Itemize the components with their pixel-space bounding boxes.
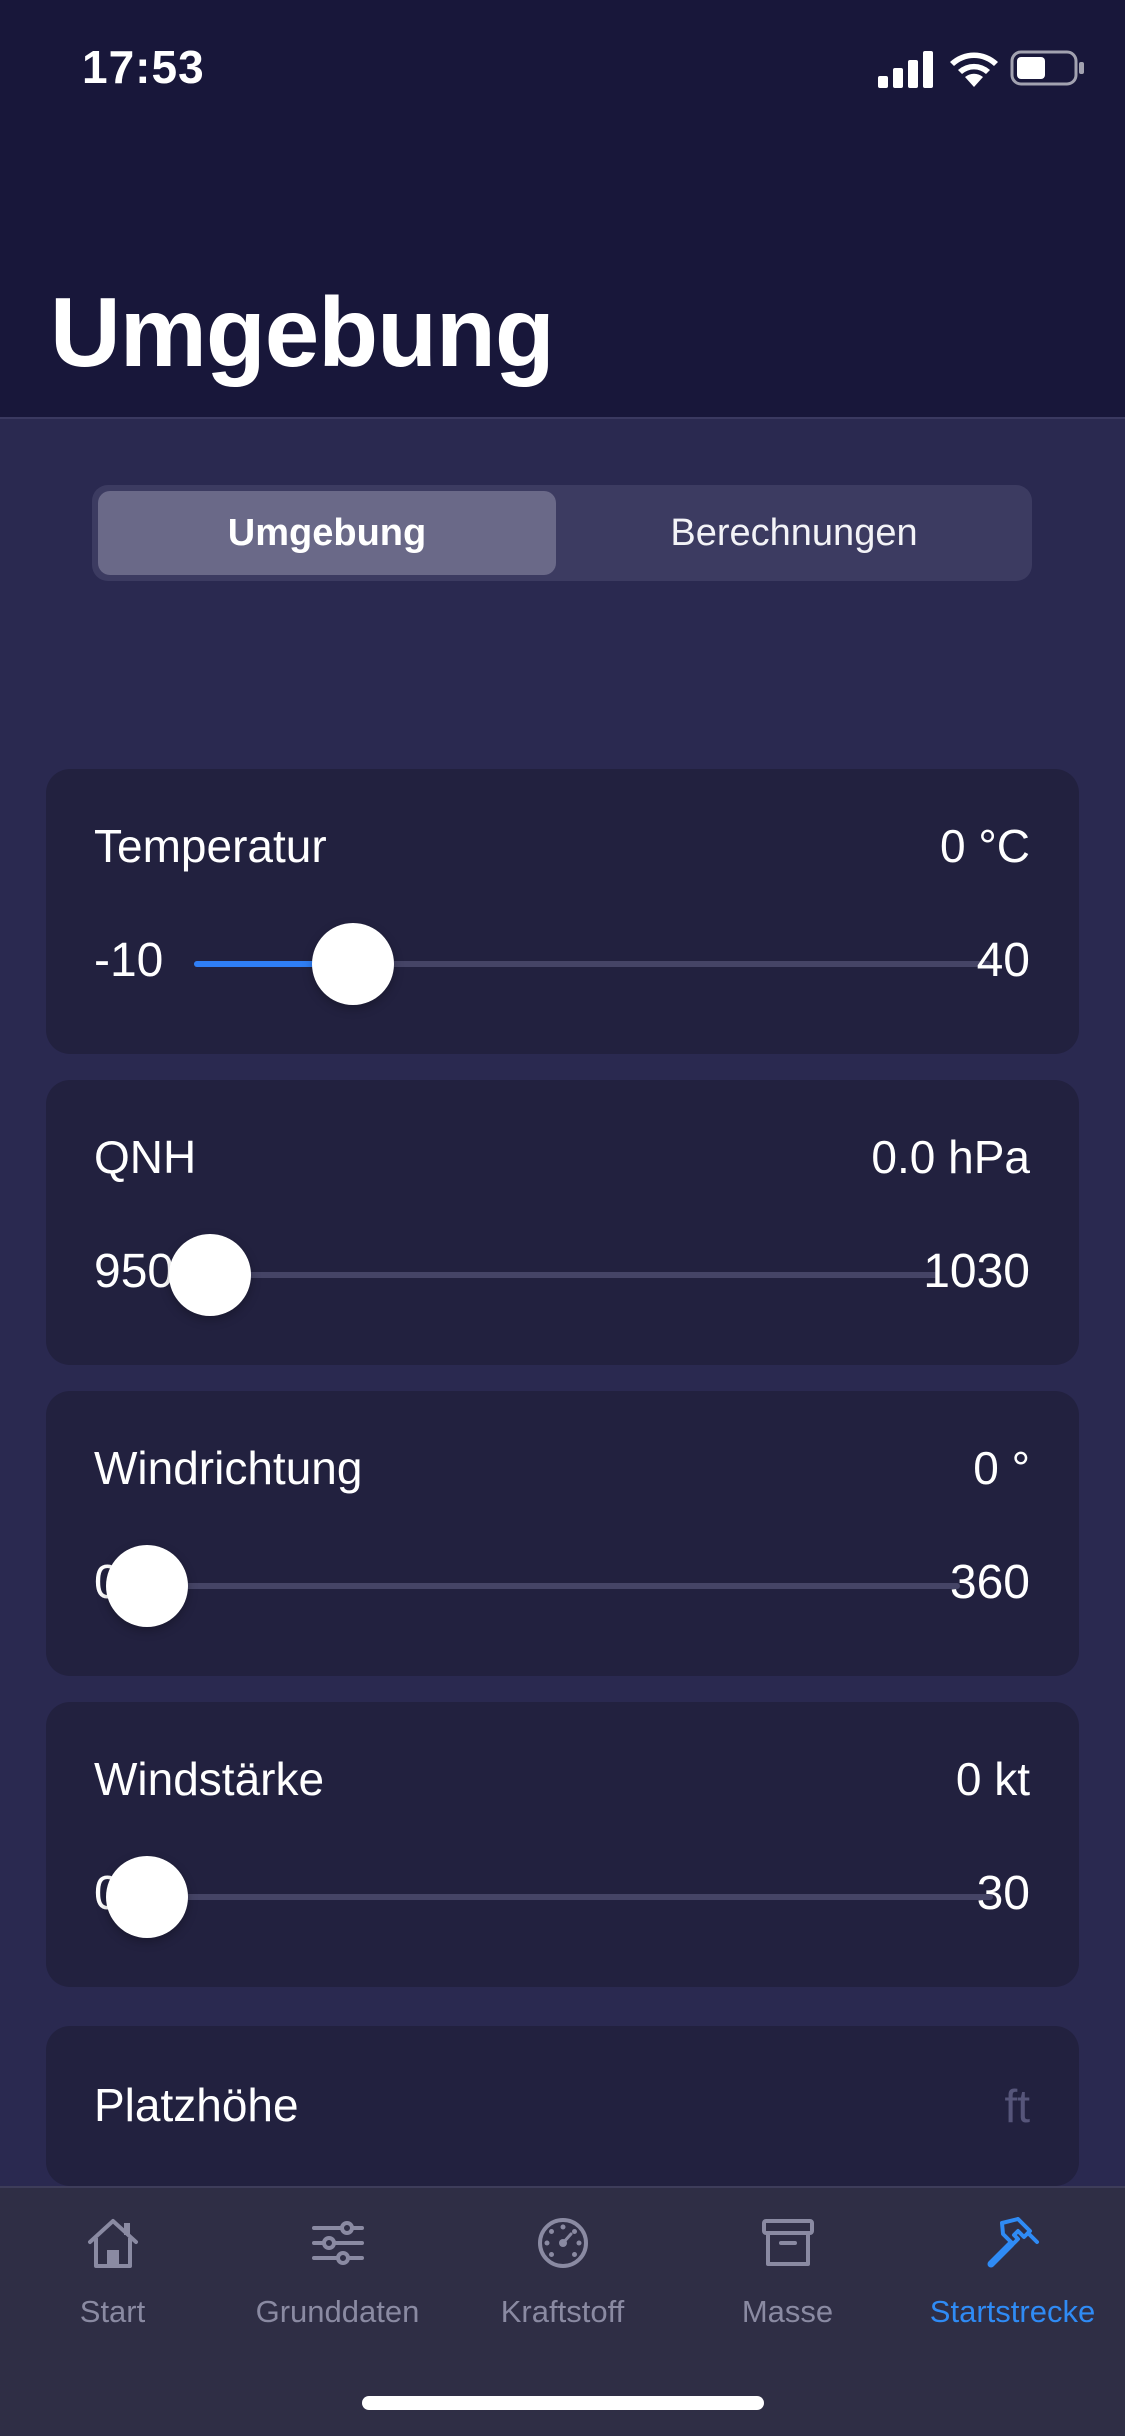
navigation-header: 17:53 Umgebung bbox=[0, 0, 1125, 419]
wind-direction-title: Windrichtung bbox=[94, 1442, 363, 1494]
tab-startstrecke[interactable]: Startstrecke bbox=[900, 2214, 1125, 2344]
qnh-slider[interactable] bbox=[169, 1234, 938, 1316]
wind-direction-card: Windrichtung 0 ° 0 360 bbox=[46, 1391, 1079, 1676]
qnh-card: QNH 0.0 hPa 950 1030 bbox=[46, 1080, 1079, 1365]
temperature-min-label: -10 bbox=[94, 934, 164, 987]
tab-label-start: Start bbox=[79, 2294, 146, 2329]
wind-speed-max-label: 30 bbox=[976, 1867, 1030, 1920]
tab-grunddaten[interactable]: Grunddaten bbox=[225, 2214, 450, 2344]
tab-label-kraftstoff: Kraftstoff bbox=[500, 2294, 625, 2329]
qnh-title: QNH bbox=[94, 1131, 197, 1183]
wind-speed-title: Windstärke bbox=[94, 1753, 325, 1805]
battery-icon bbox=[1010, 50, 1084, 86]
segmented-control: Umgebung Berechnungen bbox=[92, 485, 1032, 581]
wind-speed-slider-thumb[interactable] bbox=[106, 1856, 188, 1938]
wind-direction-value: 0 ° bbox=[973, 1442, 1030, 1494]
temperature-value: 0 °C bbox=[940, 820, 1030, 872]
status-icons bbox=[878, 46, 1086, 90]
tab-label-grunddaten: Grunddaten bbox=[255, 2294, 420, 2329]
tab-label-startstrecke: Startstrecke bbox=[929, 2294, 1096, 2329]
elevation-input[interactable] bbox=[730, 2076, 1030, 2136]
house-icon bbox=[88, 2219, 138, 2268]
segment-umgebung[interactable]: Umgebung bbox=[98, 491, 556, 575]
qnh-value: 0.0 hPa bbox=[871, 1131, 1030, 1183]
tab-kraftstoff[interactable]: Kraftstoff bbox=[450, 2214, 675, 2344]
wind-speed-value: 0 kt bbox=[955, 1753, 1030, 1805]
sliders-icon bbox=[312, 2221, 364, 2265]
temperature-slider[interactable] bbox=[194, 923, 991, 1005]
elevation-card: Platzhöhe bbox=[46, 2026, 1079, 2186]
qnh-min-label: 950 bbox=[94, 1245, 175, 1298]
tab-label-masse: Masse bbox=[741, 2294, 834, 2329]
temperature-title: Temperatur bbox=[94, 820, 327, 872]
wind-speed-card: Windstärke 0 kt 0 30 bbox=[46, 1702, 1079, 1987]
wifi-icon bbox=[950, 52, 998, 87]
temperature-card: Temperatur 0 °C -10 40 bbox=[46, 769, 1079, 1054]
wind-direction-slider-thumb[interactable] bbox=[106, 1545, 188, 1627]
cellular-signal-icon bbox=[878, 51, 933, 88]
tab-start[interactable]: Start bbox=[0, 2214, 225, 2344]
wind-direction-slider[interactable] bbox=[106, 1545, 960, 1627]
qnh-slider-thumb[interactable] bbox=[169, 1234, 251, 1316]
temperature-slider-thumb[interactable] bbox=[312, 923, 395, 1005]
segment-berechnungen[interactable]: Berechnungen bbox=[562, 491, 1026, 575]
page-title: Umgebung bbox=[50, 277, 555, 387]
status-time: 17:53 bbox=[82, 41, 205, 93]
hammer-icon bbox=[987, 2217, 1039, 2268]
wind-speed-slider[interactable] bbox=[106, 1856, 993, 1938]
elevation-title: Platzhöhe bbox=[94, 2079, 299, 2131]
home-indicator bbox=[362, 2396, 764, 2410]
temperature-max-label: 40 bbox=[976, 934, 1030, 987]
qnh-max-label: 1030 bbox=[923, 1245, 1030, 1298]
tab-masse[interactable]: Masse bbox=[675, 2214, 900, 2344]
gauge-icon bbox=[538, 2218, 588, 2268]
archive-box-icon bbox=[762, 2219, 814, 2266]
wind-direction-max-label: 360 bbox=[949, 1556, 1030, 1609]
